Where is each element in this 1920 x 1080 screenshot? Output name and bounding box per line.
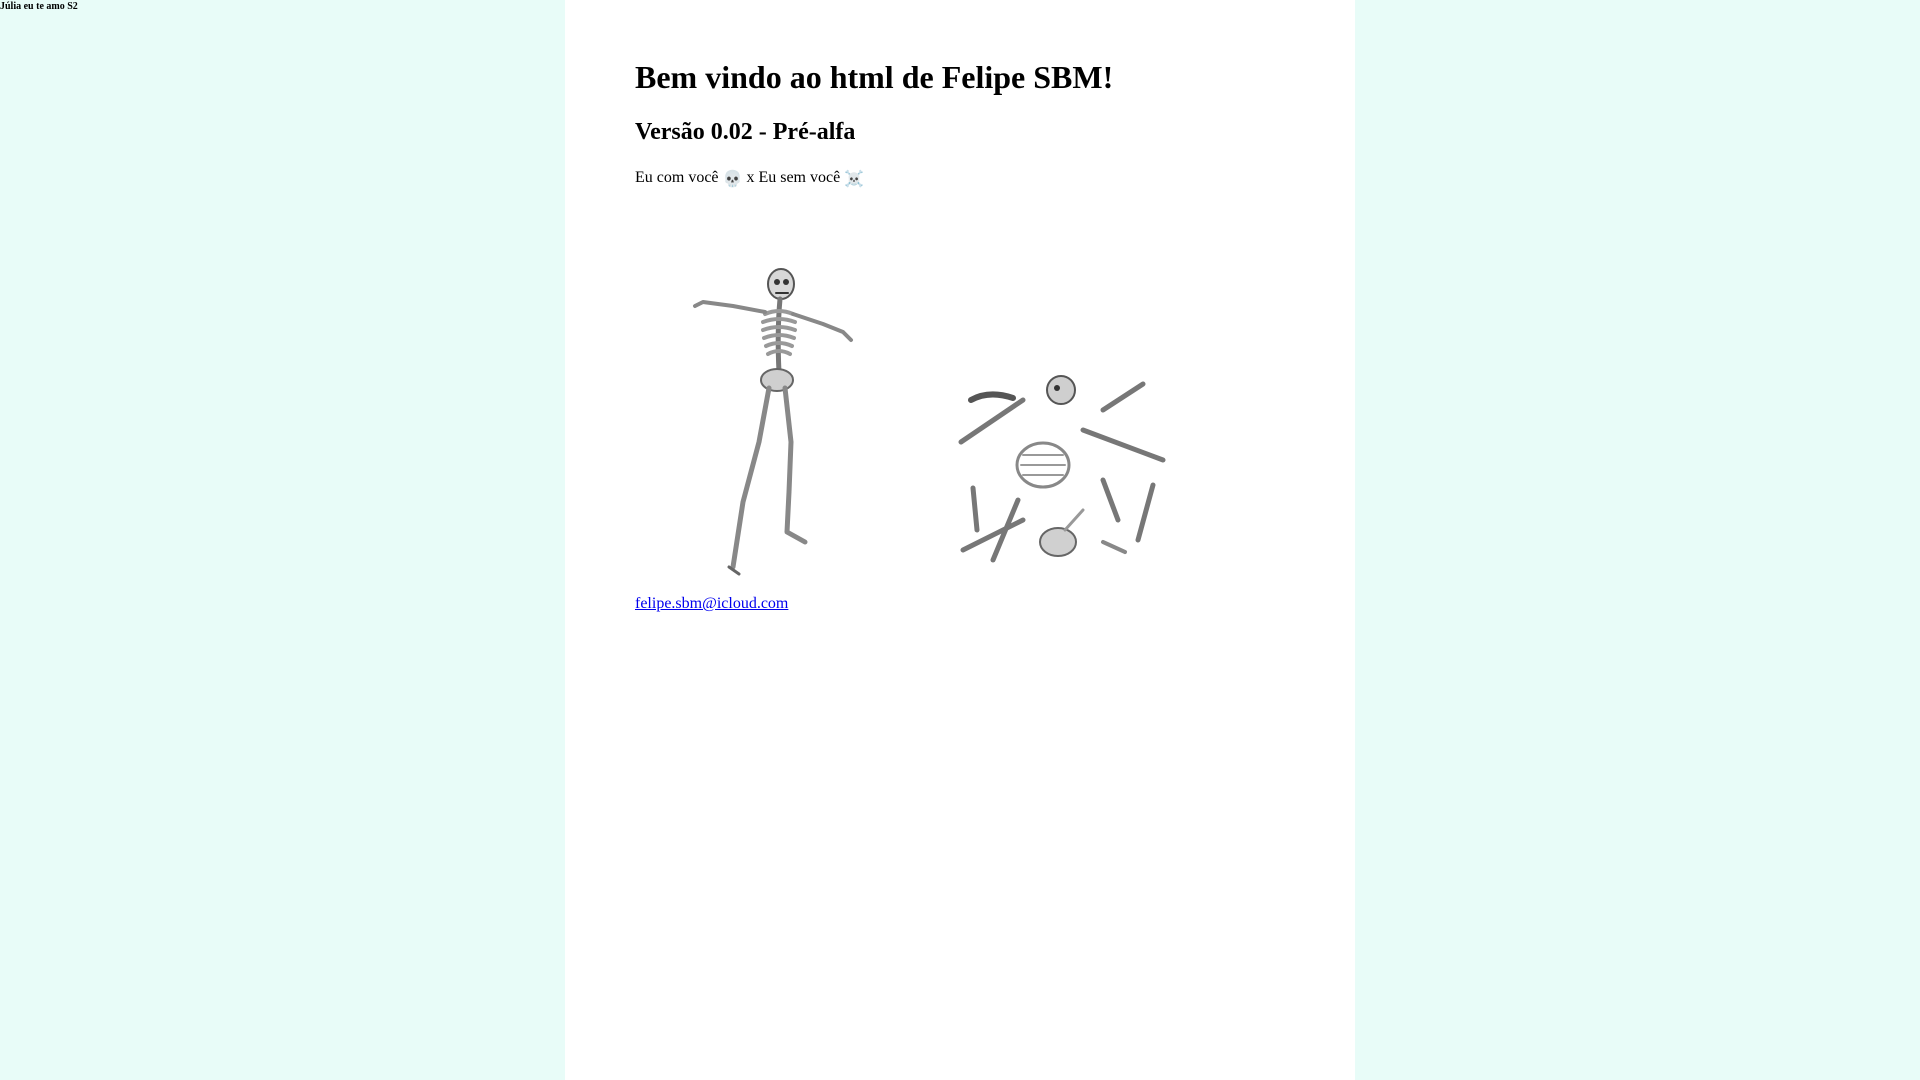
comparison-text: Eu com você 💀 x Eu sem você ☠️: [635, 168, 864, 190]
images-row: [635, 262, 1195, 592]
skull-icon: 💀: [722, 171, 743, 188]
version-subtitle: Versão 0.02 - Pré-alfa: [635, 119, 856, 145]
email-link[interactable]: felipe.sbm@icloud.com: [635, 594, 788, 614]
page-title: Bem vindo ao html de Felipe SBM!: [635, 59, 1114, 95]
main-panel: Bem vindo ao html de Felipe SBM! Versão …: [565, 0, 1355, 1080]
corner-note: Júlia eu te amo S2: [0, 1, 78, 12]
dancing-skeleton-image: [693, 268, 853, 576]
comparison-text-middle: x Eu sem você: [742, 169, 845, 186]
comparison-text-start: Eu com você: [635, 169, 723, 186]
scattered-bones-image: [958, 375, 1166, 563]
skull-crossbones-icon: ☠️: [844, 171, 865, 188]
